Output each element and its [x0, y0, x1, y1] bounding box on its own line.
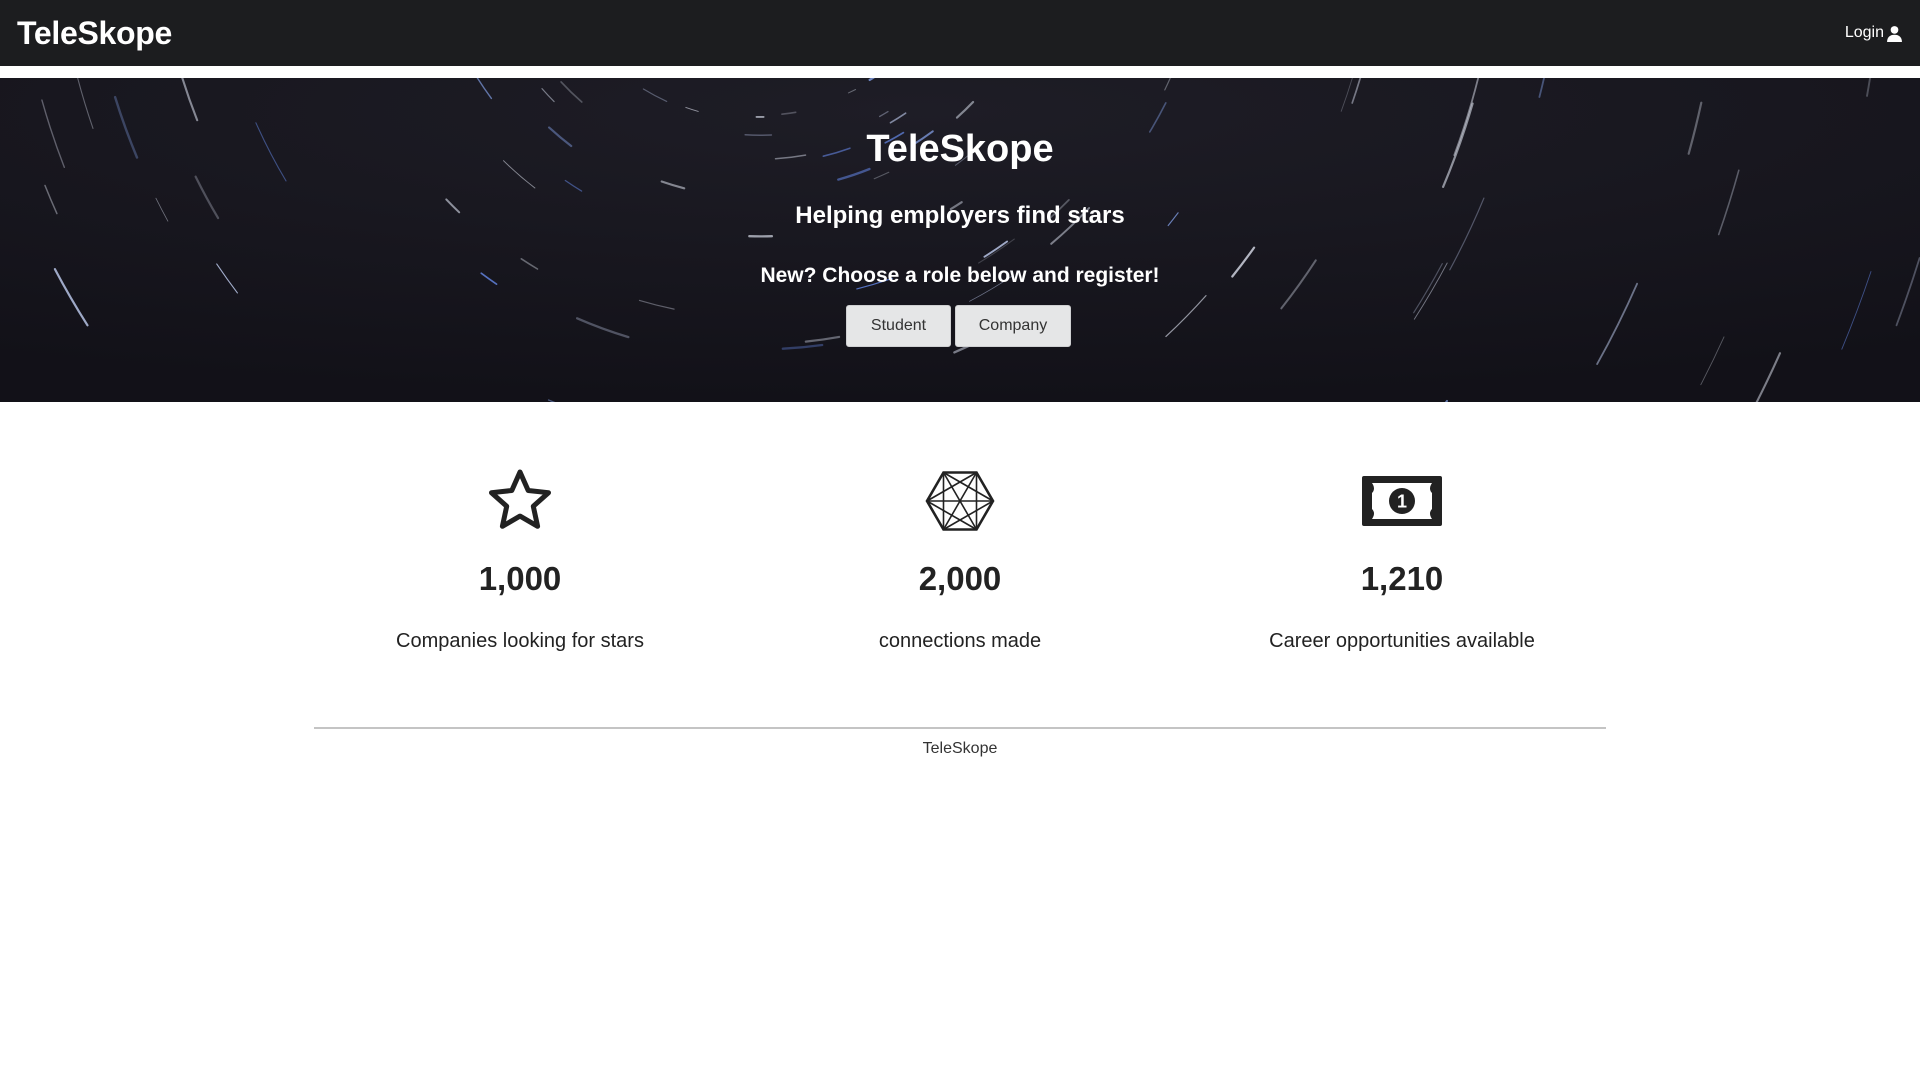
login-label: Login — [1844, 24, 1884, 41]
hero-banner: TeleSkope Helping employers find stars N… — [0, 78, 1920, 402]
stat-value: 1,000 — [478, 560, 562, 597]
stat-value: 1,210 — [1360, 560, 1444, 597]
hero-content: TeleSkope Helping employers find stars N… — [0, 78, 1920, 402]
stat-label: Companies looking for stars — [396, 630, 644, 652]
top-navbar: TeleSkope Login — [0, 0, 1920, 66]
hero-subtitle: Helping employers find stars — [795, 202, 1125, 229]
stats-section: 1,000 Companies looking for stars 2,000 … — [0, 402, 1920, 702]
footer-divider — [314, 727, 1606, 729]
footer-text: TeleSkope — [922, 740, 998, 757]
stat-label: connections made — [878, 630, 1042, 652]
brand-logo-link[interactable]: TeleSkope — [17, 15, 172, 52]
hero-register-prompt: New? Choose a role below and register! — [760, 264, 1160, 287]
login-link[interactable]: Login — [1845, 24, 1903, 42]
stat-value: 2,000 — [918, 560, 1002, 597]
role-button-group: Student Company — [0, 305, 1920, 347]
user-icon — [1886, 25, 1903, 42]
money-bill-icon: 1 — [1182, 466, 1622, 536]
star-icon — [300, 466, 740, 536]
hero-title: TeleSkope — [866, 128, 1054, 170]
stat-label: Career opportunities available — [1269, 630, 1535, 652]
svg-text:1: 1 — [1397, 492, 1407, 512]
company-role-button[interactable]: Company — [955, 305, 1071, 347]
network-hexagon-icon — [740, 466, 1180, 536]
student-role-button[interactable]: Student — [846, 305, 951, 347]
